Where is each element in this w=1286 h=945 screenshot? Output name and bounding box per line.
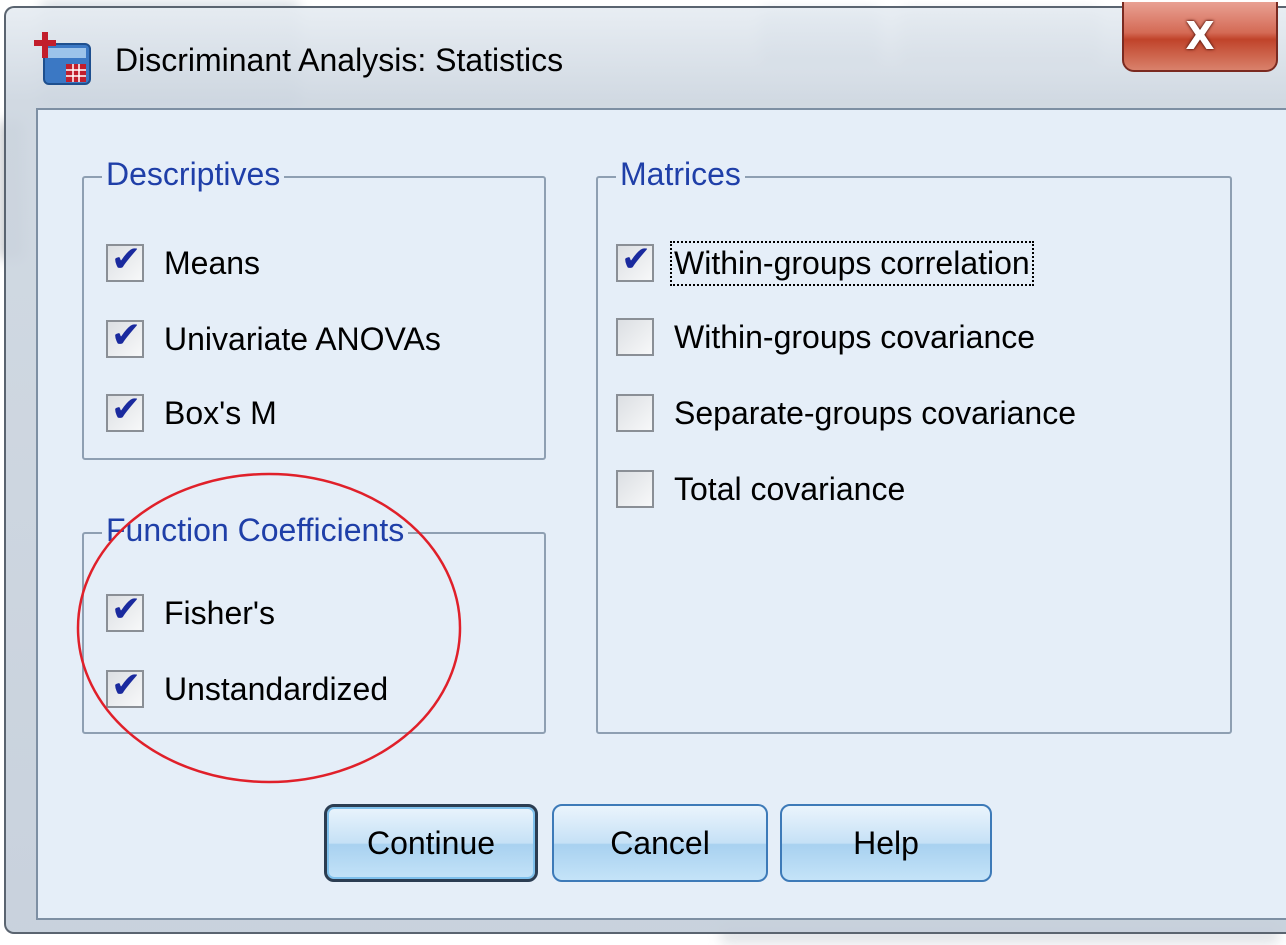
- checkbox-box[interactable]: [616, 239, 654, 282]
- matrices-legend: Matrices: [616, 154, 745, 194]
- within-groups-correlation-checkbox[interactable]: Within-groups correlation: [616, 239, 1034, 286]
- separate-groups-covariance-checkbox[interactable]: Separate-groups covariance: [616, 394, 1076, 432]
- function-coefficients-legend: Function Coefficients: [102, 510, 409, 550]
- cancel-button[interactable]: Cancel: [552, 804, 768, 882]
- total-covariance-label: Total covariance: [674, 470, 906, 507]
- separate-groups-covariance-label: Separate-groups covariance: [674, 394, 1077, 431]
- fishers-checkbox[interactable]: Fisher's: [106, 589, 276, 632]
- checkbox-box[interactable]: [106, 589, 144, 632]
- boxs-m-label: Box's M: [164, 394, 277, 431]
- continue-button[interactable]: Continue: [324, 804, 538, 882]
- univariate-anovas-label: Univariate ANOVAs: [164, 320, 441, 357]
- descriptives-legend: Descriptives: [102, 154, 285, 194]
- help-button[interactable]: Help: [780, 804, 992, 882]
- checkbox-box[interactable]: [106, 665, 144, 708]
- close-button[interactable]: X: [1122, 2, 1278, 72]
- checkbox-box[interactable]: [106, 315, 144, 358]
- checkbox-box[interactable]: [616, 470, 654, 508]
- within-groups-correlation-label: Within-groups correlation: [670, 240, 1034, 286]
- checkbox-box[interactable]: [106, 239, 144, 282]
- within-groups-covariance-checkbox[interactable]: Within-groups covariance: [616, 318, 1035, 356]
- means-checkbox[interactable]: Means: [106, 239, 261, 282]
- univariate-anovas-checkbox[interactable]: Univariate ANOVAs: [106, 315, 441, 358]
- unstandardized-checkbox[interactable]: Unstandardized: [106, 665, 389, 708]
- boxs-m-checkbox[interactable]: Box's M: [106, 389, 277, 432]
- close-icon: X: [1185, 14, 1215, 58]
- means-label: Means: [164, 244, 261, 281]
- unstandardized-label: Unstandardized: [164, 670, 389, 707]
- total-covariance-checkbox[interactable]: Total covariance: [616, 470, 905, 508]
- fishers-label: Fisher's: [164, 594, 276, 631]
- checkbox-box[interactable]: [106, 389, 144, 432]
- checkbox-box[interactable]: [616, 318, 654, 356]
- window-title: Discriminant Analysis: Statistics: [115, 42, 564, 78]
- spss-app-icon: [34, 32, 91, 85]
- checkbox-box[interactable]: [616, 394, 654, 432]
- within-groups-covariance-label: Within-groups covariance: [674, 318, 1036, 355]
